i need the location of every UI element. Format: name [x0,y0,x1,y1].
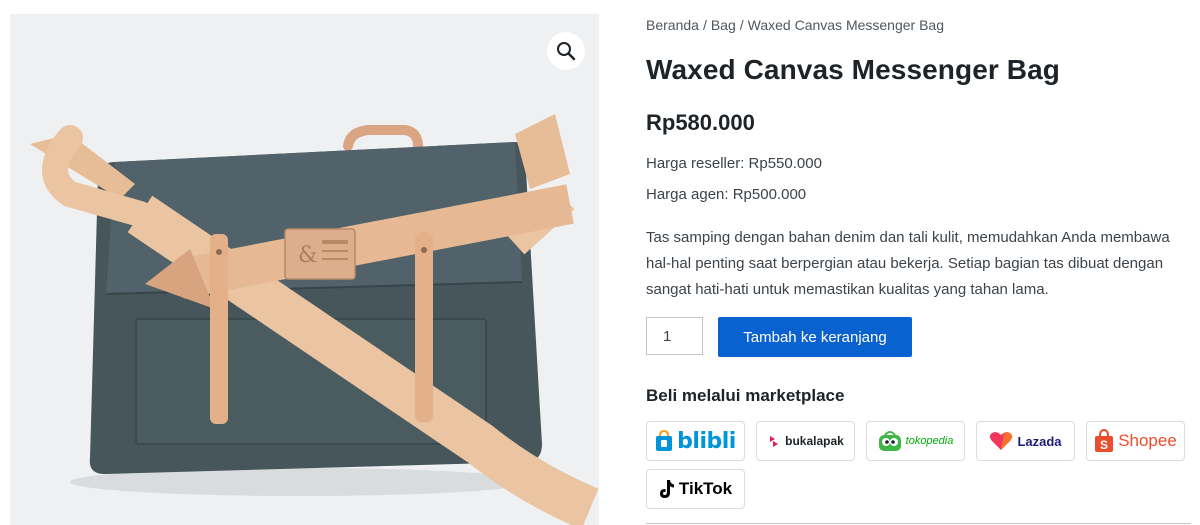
reseller-price: Harga reseller: Rp550.000 [646,155,822,172]
product-gallery: & [10,14,599,525]
marketplace-tiktok-button[interactable]: TikTok [646,469,745,509]
marketplace-lazada-button[interactable]: Lazada [976,421,1075,461]
marketplace-heading: Beli melalui marketplace [646,386,845,405]
agent-price: Harga agen: Rp500.000 [646,186,807,203]
product-description: Tas samping dengan bahan denim dan tali … [646,229,1170,298]
marketplace-shopee-button[interactable]: S Shopee [1086,421,1185,461]
breadcrumb-current: Waxed Canvas Messenger Bag [747,17,944,33]
breadcrumb-home-link[interactable]: Beranda [646,17,699,33]
svg-text:S: S [1100,438,1108,452]
marketplace-tiktok-label: TikTok [678,479,733,498]
zoom-button[interactable] [547,32,585,70]
breadcrumb-separator: / [702,17,707,33]
magnifier-icon [557,42,576,61]
breadcrumb-separator: / [739,17,744,33]
marketplace-blibli-button[interactable]: blibli [646,421,745,461]
product-title: Waxed Canvas Messenger Bag [646,54,1060,85]
svg-text:&: & [298,243,318,268]
breadcrumb: Beranda / Bag / Waxed Canvas Messenger Bag [646,17,944,33]
marketplace-shopee-label: Shopee [1118,431,1177,450]
breadcrumb-category-link[interactable]: Bag [711,17,736,33]
product-price: Rp580.000 [646,110,755,135]
add-to-cart-button[interactable]: Tambah ke keranjang [718,317,912,357]
music-note-icon [659,480,674,498]
quantity-input[interactable] [646,317,703,355]
marketplace-tokopedia-button[interactable]: tokopedia [866,421,965,461]
owl-icon [878,431,901,451]
section-divider [646,523,1191,524]
marketplace-tokopedia-label: tokopedia [905,435,954,447]
marketplace-blibli-label: blibli [677,428,736,454]
product-image[interactable]: & [10,14,599,525]
marketplace-bukalapak-button[interactable]: bukalapak [756,421,855,461]
heart-icon [990,432,1013,450]
shopping-bag-icon [656,430,673,451]
bukalapak-logo-icon [770,436,779,447]
marketplace-lazada-label: Lazada [1017,433,1062,449]
marketplace-bukalapak-label: bukalapak [785,434,844,448]
shopping-bag-icon: S [1095,429,1114,452]
